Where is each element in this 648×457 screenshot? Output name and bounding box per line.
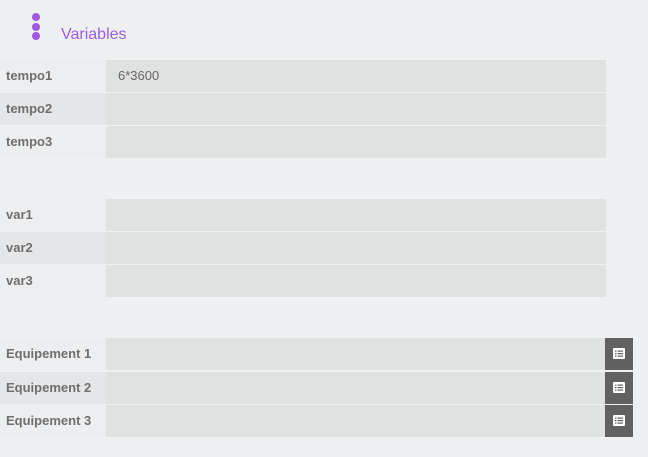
section-title: Variables [61, 26, 127, 43]
variable-input-var2[interactable] [106, 232, 606, 264]
variable-row-tempo1: tempo1 [0, 60, 648, 92]
variable-input-equipement1[interactable] [106, 338, 605, 370]
variable-input-var3[interactable] [106, 265, 606, 297]
section-header: Variables [0, 0, 648, 58]
variable-input-tempo3[interactable] [106, 126, 606, 158]
variable-row-tempo2: tempo2 [0, 93, 648, 125]
variable-input-tempo2[interactable] [106, 93, 606, 125]
variable-label: Equipement 2 [0, 372, 106, 404]
equipment-list-button[interactable] [605, 405, 633, 437]
variable-label: var1 [0, 199, 106, 231]
vertical-dots-icon[interactable] [31, 13, 41, 41]
variable-label: Equipement 3 [0, 405, 106, 437]
menu-dot [32, 13, 40, 21]
variable-input-tempo1[interactable] [106, 60, 606, 92]
variable-row-var1: var1 [0, 199, 648, 231]
variable-input-equipement2[interactable] [106, 372, 605, 404]
equipment-list-button[interactable] [605, 372, 633, 404]
variable-label: tempo2 [0, 93, 106, 125]
variable-label: Equipement 1 [0, 338, 106, 370]
variable-input-equipement3[interactable] [106, 405, 605, 437]
list-icon [613, 382, 625, 393]
variable-row-equipement2: Equipement 2 [0, 372, 648, 404]
menu-dot [32, 23, 40, 31]
list-icon [613, 415, 625, 426]
variable-row-equipement1: Equipement 1 [0, 338, 648, 370]
equipment-list-button[interactable] [605, 338, 633, 370]
menu-dot [32, 32, 40, 40]
variable-label: var3 [0, 265, 106, 297]
variable-label: var2 [0, 232, 106, 264]
variable-label: tempo1 [0, 60, 106, 92]
list-icon [613, 348, 625, 359]
variable-row-equipement3: Equipement 3 [0, 405, 648, 437]
variable-row-tempo3: tempo3 [0, 126, 648, 158]
variable-row-var2: var2 [0, 232, 648, 264]
variable-row-var3: var3 [0, 265, 648, 297]
variable-input-var1[interactable] [106, 199, 606, 231]
variable-label: tempo3 [0, 126, 106, 158]
